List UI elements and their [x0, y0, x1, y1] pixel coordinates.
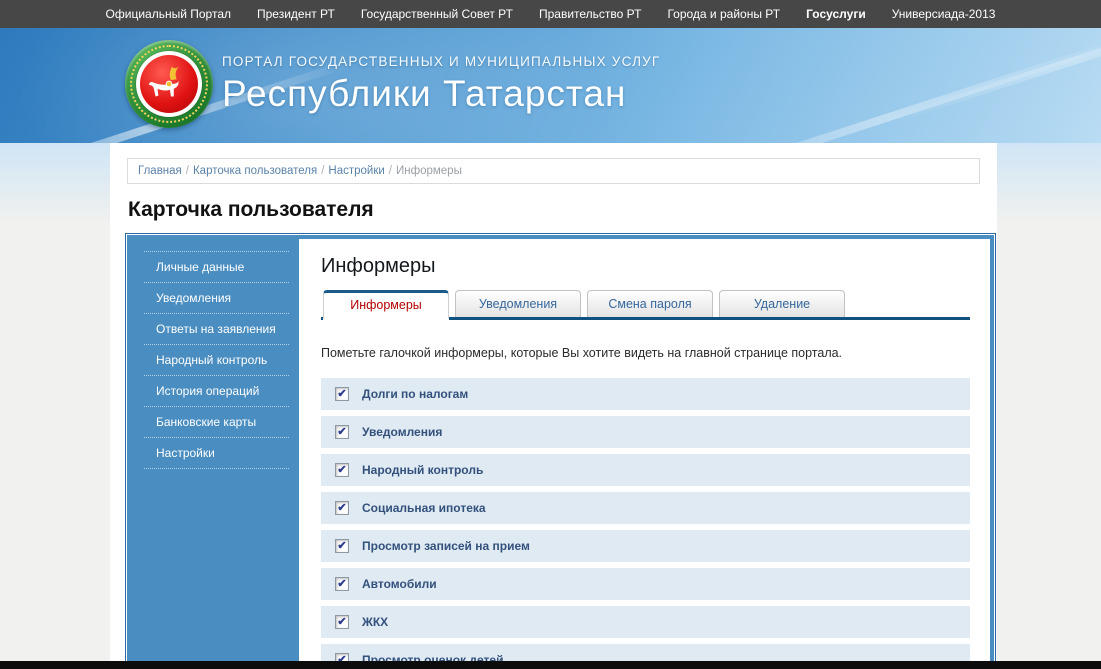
sidebar-item-personal-data[interactable]: Личные данные	[144, 252, 289, 283]
topbar-link-state-council[interactable]: Государственный Совет РТ	[361, 7, 513, 21]
sidebar-item-operation-history[interactable]: История операций	[144, 376, 289, 407]
informer-row-utilities: ЖКХ	[321, 606, 970, 638]
section-heading: Информеры	[321, 255, 970, 278]
informer-row-social-mortgage: Социальная ипотека	[321, 492, 970, 524]
breadcrumb-separator: /	[389, 165, 392, 177]
checkbox-notifications[interactable]	[335, 425, 349, 439]
informers-list: Долги по налогам Уведомления Народный ко…	[321, 378, 970, 669]
informer-label: Автомобили	[362, 577, 437, 591]
informer-row-cars: Автомобили	[321, 568, 970, 600]
informers-description: Пометьте галочкой информеры, которые Вы …	[321, 346, 970, 360]
top-gov-bar: Официальный Портал Президент РТ Государс…	[0, 0, 1101, 28]
topbar-link-universiade[interactable]: Универсиада-2013	[892, 7, 996, 21]
topbar-link-president[interactable]: Президент РТ	[257, 7, 335, 21]
settings-tabbar: Информеры Уведомления Смена пароля Удале…	[321, 290, 970, 320]
topbar-link-cities-districts[interactable]: Города и районы РТ	[667, 7, 780, 21]
informer-label: ЖКХ	[362, 615, 388, 629]
tatarstan-emblem-logo[interactable]	[125, 40, 213, 128]
breadcrumb-current: Информеры	[396, 165, 462, 177]
informer-row-notifications: Уведомления	[321, 416, 970, 448]
informer-label: Просмотр записей на прием	[362, 539, 530, 553]
page-title: Карточка пользователя	[128, 198, 997, 222]
portal-title-line1: ПОРТАЛ ГОСУДАРСТВЕННЫХ И МУНИЦИПАЛЬНЫХ У…	[222, 54, 660, 69]
portal-title-line2: Республики Татарстан	[222, 73, 660, 115]
checkbox-tax-debts[interactable]	[335, 387, 349, 401]
checkbox-social-mortgage[interactable]	[335, 501, 349, 515]
settings-content-area: Информеры Информеры Уведомления Смена па…	[299, 239, 990, 664]
tab-notifications[interactable]: Уведомления	[455, 290, 581, 317]
tab-informers[interactable]: Информеры	[323, 290, 449, 320]
breadcrumb-separator: /	[186, 165, 189, 177]
user-card-panel: Личные данные Уведомления Ответы на заяв…	[127, 235, 994, 668]
informer-row-peoples-control: Народный контроль	[321, 454, 970, 486]
site-header: ПОРТАЛ ГОСУДАРСТВЕННЫХ И МУНИЦИПАЛЬНЫХ У…	[0, 28, 1101, 143]
winged-leopard-icon	[146, 61, 192, 107]
breadcrumb-link-home[interactable]: Главная	[138, 165, 182, 177]
checkbox-utilities[interactable]	[335, 615, 349, 629]
topbar-link-gosuslugi[interactable]: Госуслуги	[806, 7, 866, 21]
header-light-streak	[631, 36, 1101, 143]
informer-label: Долги по налогам	[362, 387, 468, 401]
breadcrumb-separator: /	[321, 165, 324, 177]
checkbox-peoples-control[interactable]	[335, 463, 349, 477]
page-content-column: Главная / Карточка пользователя / Настройки /…	[110, 143, 997, 669]
sidebar-item-bank-cards[interactable]: Банковские карты	[144, 407, 289, 438]
breadcrumb-link-settings[interactable]: Настройки	[328, 165, 384, 177]
header-light-streak	[888, 28, 1101, 125]
portal-title-block: ПОРТАЛ ГОСУДАРСТВЕННЫХ И МУНИЦИПАЛЬНЫХ У…	[222, 54, 660, 115]
breadcrumb: Главная / Карточка пользователя / Настройки /…	[127, 158, 980, 184]
sidebar-item-notifications[interactable]: Уведомления	[144, 283, 289, 314]
tab-deletion[interactable]: Удаление	[719, 290, 845, 317]
informer-label: Народный контроль	[362, 463, 483, 477]
informer-row-tax-debts: Долги по налогам	[321, 378, 970, 410]
checkbox-cars[interactable]	[335, 577, 349, 591]
emblem-red-center	[140, 55, 198, 113]
user-card-sidebar: Личные данные Уведомления Ответы на заяв…	[131, 239, 299, 664]
sidebar-item-application-answers[interactable]: Ответы на заявления	[144, 314, 289, 345]
topbar-link-official-portal[interactable]: Официальный Портал	[106, 7, 231, 21]
sidebar-item-settings[interactable]: Настройки	[144, 438, 289, 469]
informer-label: Социальная ипотека	[362, 501, 486, 515]
breadcrumb-link-user-card[interactable]: Карточка пользователя	[193, 165, 317, 177]
footer-top-strip	[0, 661, 1101, 669]
sidebar-item-peoples-control[interactable]: Народный контроль	[144, 345, 289, 376]
tab-change-password[interactable]: Смена пароля	[587, 290, 713, 317]
topbar-link-government[interactable]: Правительство РТ	[539, 7, 641, 21]
informer-label: Уведомления	[362, 425, 442, 439]
checkbox-appointments[interactable]	[335, 539, 349, 553]
informer-row-appointments: Просмотр записей на прием	[321, 530, 970, 562]
